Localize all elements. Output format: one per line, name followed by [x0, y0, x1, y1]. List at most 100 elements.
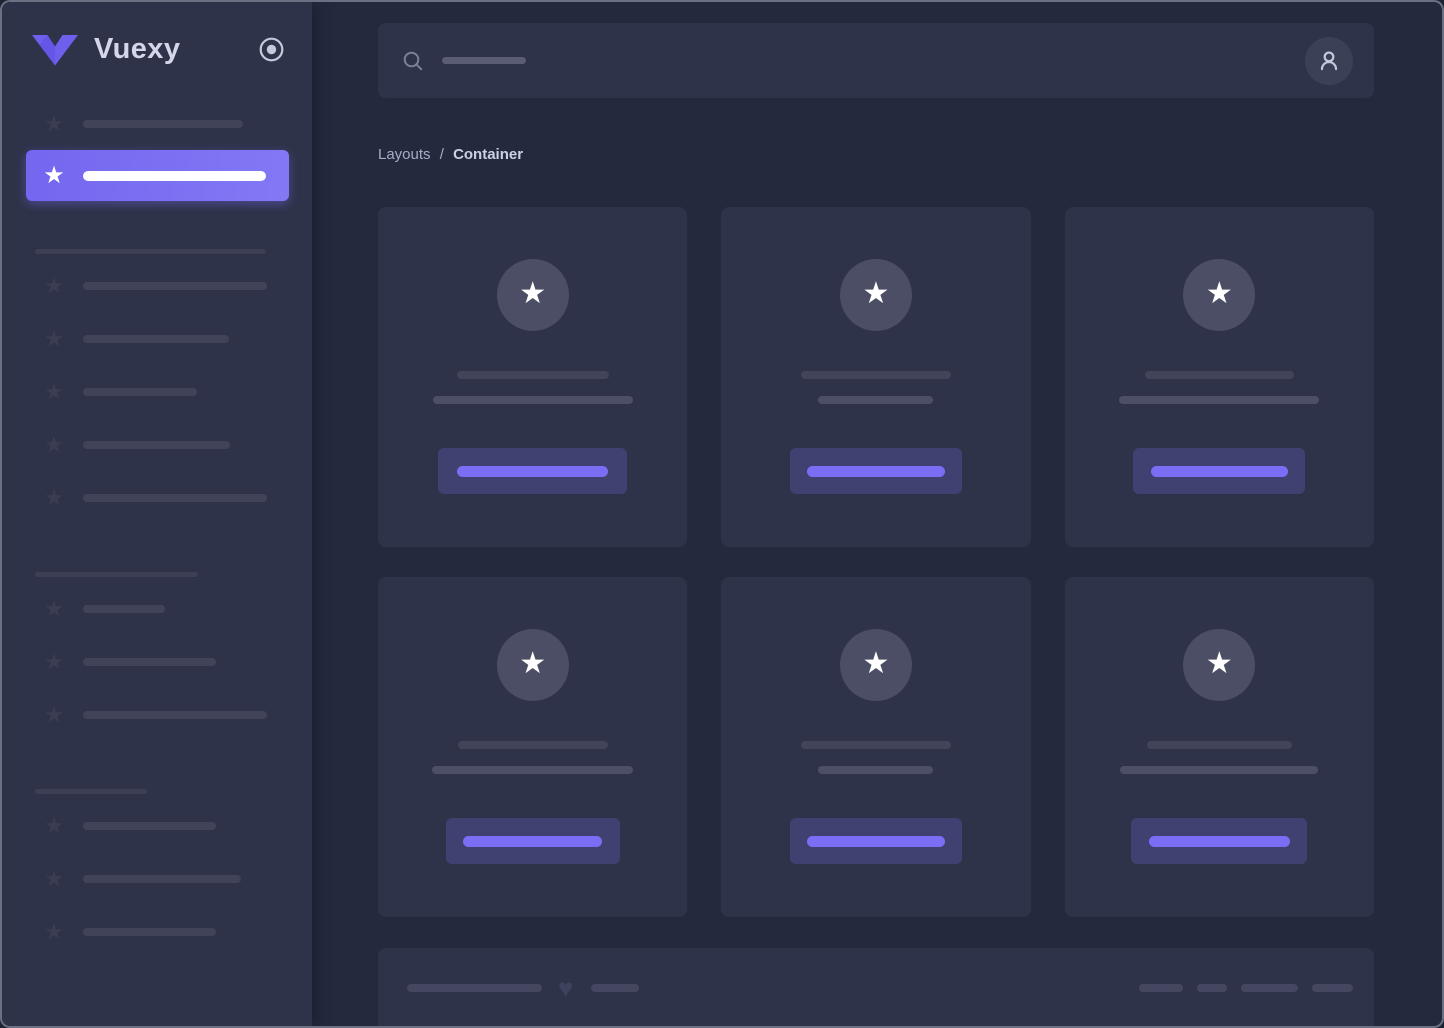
- breadcrumb-layouts[interactable]: Layouts: [378, 146, 431, 163]
- footer-text-skeleton: [407, 984, 542, 992]
- star-icon: ★: [43, 161, 65, 189]
- breadcrumb-current: Container: [453, 146, 524, 163]
- search-bar[interactable]: [378, 23, 1374, 98]
- placeholder-card: ★: [1064, 207, 1374, 547]
- sidebar-item[interactable]: ★: [2, 418, 312, 471]
- skeleton-label: [83, 170, 266, 181]
- sidebar-header: Vuexy: [2, 2, 312, 97]
- star-icon: ★: [1205, 646, 1233, 680]
- footer-link-skeleton: [1197, 984, 1227, 992]
- star-icon: ★: [519, 646, 547, 680]
- footer-link-skeleton: [1241, 984, 1298, 992]
- skeleton-label: [83, 874, 241, 883]
- star-icon: ★: [1205, 276, 1233, 310]
- card-title-skeleton: [800, 741, 951, 749]
- vuexy-logo-icon: [32, 34, 78, 65]
- sidebar-menu: ★ ★ ★ ★ ★ ★ ★ ★ ★ ★ ★ ★ ★: [2, 97, 312, 958]
- card-title-skeleton: [1146, 741, 1292, 749]
- sidebar-item[interactable]: ★: [2, 852, 312, 905]
- skeleton-label: [83, 440, 230, 449]
- star-icon: ★: [44, 431, 64, 457]
- card-action-button[interactable]: [1131, 818, 1308, 864]
- footer-link-skeleton: [1139, 984, 1183, 992]
- sidebar-item[interactable]: ★: [2, 799, 312, 852]
- sidebar-item[interactable]: ★: [2, 582, 312, 635]
- sidebar-pin-toggle-icon[interactable]: [258, 36, 285, 63]
- main-content: Layouts / Container ★ ★ ★ ★ ★ ★ ♥: [312, 2, 1442, 1026]
- brand-name: Vuexy: [94, 33, 181, 65]
- brand-link[interactable]: Vuexy: [31, 33, 180, 66]
- card-avatar-circle: ★: [496, 629, 569, 701]
- card-subtitle-skeleton: [1120, 766, 1319, 774]
- card-avatar-circle: ★: [1183, 259, 1256, 331]
- sidebar-section-divider: [35, 249, 266, 254]
- star-icon: ★: [862, 276, 890, 310]
- skeleton-label: [83, 281, 267, 290]
- sidebar-item[interactable]: ★: [2, 97, 312, 150]
- sidebar-item-active[interactable]: ★: [26, 150, 289, 201]
- card-action-button[interactable]: [1133, 448, 1306, 494]
- user-avatar-button[interactable]: [1305, 36, 1353, 85]
- card-grid: ★ ★ ★ ★ ★ ★: [378, 207, 1374, 917]
- sidebar-section-divider: [35, 789, 147, 794]
- person-icon: [1320, 50, 1338, 70]
- card-action-button[interactable]: [438, 448, 628, 494]
- placeholder-card: ★: [378, 577, 688, 917]
- star-icon: ★: [44, 378, 64, 404]
- placeholder-card: ★: [721, 577, 1031, 917]
- skeleton-label: [83, 387, 197, 396]
- skeleton-label: [83, 710, 267, 719]
- sidebar-item[interactable]: ★: [2, 471, 312, 524]
- app-window: Vuexy ★ ★ ★ ★ ★ ★ ★ ★ ★ ★ ★ ★ ★ Layouts …: [0, 0, 1444, 1028]
- star-icon: ★: [44, 595, 64, 621]
- sidebar-section-items: ★ ★ ★: [2, 582, 312, 741]
- card-action-button[interactable]: [789, 448, 962, 494]
- card-title-skeleton: [456, 371, 609, 379]
- heart-icon: ♥: [558, 973, 574, 1003]
- skeleton-label: [83, 119, 243, 128]
- card-avatar-circle: ★: [1183, 629, 1256, 701]
- star-icon: ★: [44, 110, 64, 136]
- sidebar-section-items: ★ ★ ★: [2, 799, 312, 958]
- card-subtitle-skeleton: [432, 396, 633, 404]
- card-avatar-circle: ★: [496, 259, 569, 331]
- skeleton-label: [83, 821, 216, 830]
- star-icon: ★: [44, 484, 64, 510]
- placeholder-card: ★: [378, 207, 688, 547]
- star-icon: ★: [44, 918, 64, 944]
- card-action-button[interactable]: [445, 818, 620, 864]
- card-subtitle-skeleton: [1119, 396, 1320, 404]
- star-icon: ★: [44, 648, 64, 674]
- star-icon: ★: [44, 812, 64, 838]
- sidebar-section-items: ★ ★ ★ ★ ★: [2, 259, 312, 524]
- breadcrumb-separator: /: [439, 146, 444, 163]
- star-icon: ★: [44, 325, 64, 351]
- sidebar-item[interactable]: ★: [2, 259, 312, 312]
- card-subtitle-skeleton: [818, 396, 934, 404]
- card-title-skeleton: [1144, 371, 1294, 379]
- sidebar-item[interactable]: ★: [2, 312, 312, 365]
- sidebar-section-divider: [35, 572, 198, 577]
- star-icon: ★: [519, 276, 547, 310]
- star-icon: ★: [44, 272, 64, 298]
- button-label-skeleton: [463, 835, 603, 847]
- button-label-skeleton: [457, 465, 609, 477]
- skeleton-label: [83, 927, 216, 936]
- star-icon: ★: [44, 701, 64, 727]
- star-icon: ★: [862, 646, 890, 680]
- card-title-skeleton: [457, 741, 608, 749]
- card-action-button[interactable]: [789, 818, 962, 864]
- sidebar-item[interactable]: ★: [2, 688, 312, 741]
- card-title-skeleton: [800, 371, 951, 379]
- card-avatar-circle: ★: [839, 629, 912, 701]
- card-avatar-circle: ★: [839, 259, 912, 331]
- sidebar-item[interactable]: ★: [2, 905, 312, 958]
- sidebar-item[interactable]: ★: [2, 635, 312, 688]
- sidebar-item[interactable]: ★: [2, 365, 312, 418]
- card-subtitle-skeleton: [818, 766, 934, 774]
- footer-links: [1139, 984, 1353, 992]
- footer-card: ♥: [378, 948, 1374, 1026]
- button-label-skeleton: [807, 835, 945, 847]
- placeholder-card: ★: [721, 207, 1031, 547]
- skeleton-label: [83, 493, 267, 502]
